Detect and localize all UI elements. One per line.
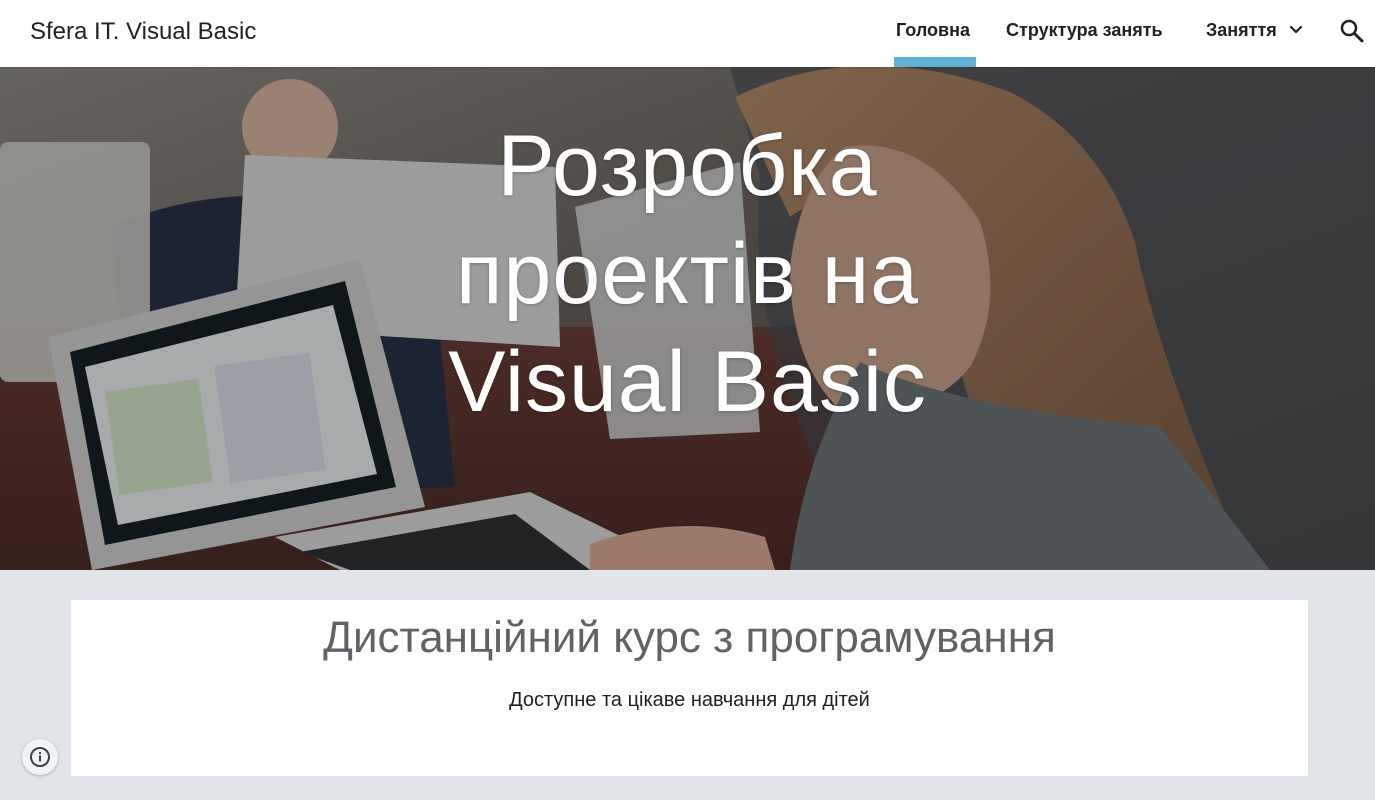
hero-banner: Розробка проектів на Visual Basic [0, 67, 1375, 570]
nav-item-structure[interactable]: Структура занять [1006, 20, 1163, 44]
chevron-down-icon [1289, 26, 1302, 34]
nav-item-home[interactable]: Головна [896, 20, 970, 44]
site-info-button[interactable] [22, 739, 58, 775]
active-nav-indicator [894, 57, 976, 67]
hero-title-line-3: Visual Basic [448, 334, 927, 430]
nav-item-lessons-label: Заняття [1206, 20, 1277, 40]
course-heading: Дистанційний курс з програмування [323, 613, 1056, 662]
search-icon [1340, 19, 1364, 43]
hero-title: Розробка проектів на Visual Basic [300, 112, 1075, 436]
hero-title-line-2: проектів на [455, 226, 920, 322]
course-subheading: Доступне та цікаве навчання для дітей [509, 689, 870, 711]
site-title[interactable]: Sfera IT. Visual Basic [30, 18, 256, 46]
hero-title-line-1: Розробка [497, 118, 878, 214]
site-header: Sfera IT. Visual Basic Головна Структура… [0, 0, 1375, 67]
nav-item-lessons[interactable]: Заняття [1206, 20, 1304, 44]
info-icon [30, 747, 50, 767]
course-intro-card: Дистанційний курс з програмування Доступ… [71, 600, 1308, 776]
search-button[interactable] [1338, 17, 1366, 45]
